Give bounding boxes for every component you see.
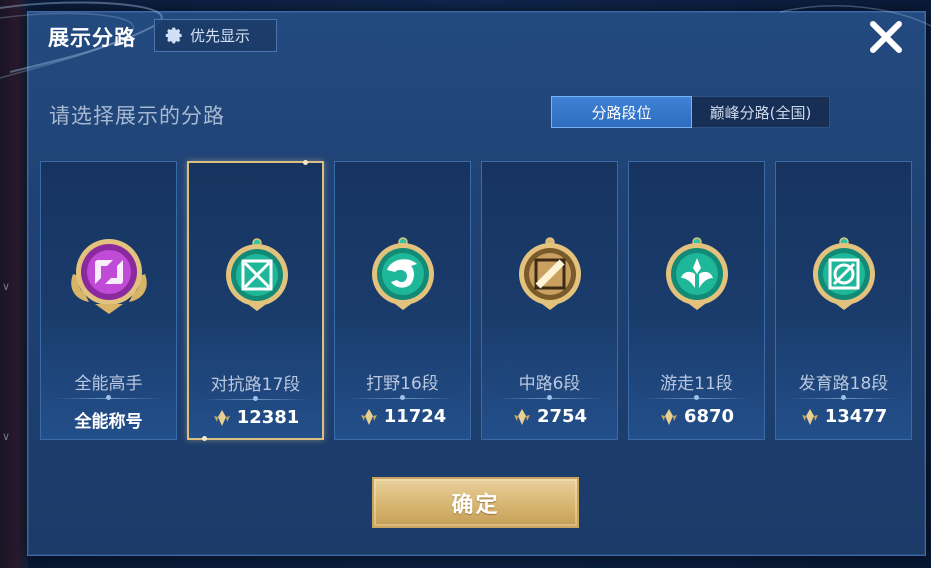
tab-lane-rank[interactable]: 分路段位 <box>551 96 692 128</box>
jungle-emblem-icon <box>372 237 434 310</box>
card-divider-dot <box>399 395 405 400</box>
lane-card-mid[interactable]: 中路6段 2754 <box>481 161 618 440</box>
mid-lane-emblem-icon <box>519 237 581 310</box>
card-divider-dot <box>546 395 552 400</box>
lane-card-name: 全能高手 <box>74 374 143 394</box>
lane-card-roam[interactable]: 游走11段 6870 <box>628 161 765 440</box>
lane-card-points: 6870 <box>683 406 735 427</box>
card-divider-dot <box>105 395 111 400</box>
rank-tabs: 分路段位 巅峰分路(全国) <box>551 96 830 128</box>
instruction-text: 请选择展示的分路 <box>49 104 225 128</box>
lane-card-points: 12381 <box>236 407 300 428</box>
lane-card-name: 游走11段 <box>660 374 733 394</box>
priority-display-button[interactable]: 优先显示 <box>154 19 277 52</box>
gear-icon <box>165 27 182 44</box>
lane-card-name: 发育路18段 <box>798 374 889 394</box>
lane-card-score: 2754 <box>482 406 617 427</box>
dialog-title: 展示分路 <box>48 26 136 50</box>
lane-card-all-round[interactable]: 全能高手 全能称号 <box>40 161 177 440</box>
game-screen: ∨ ∨ 展示分路 优先显示 请选择展示的分路 分路段位 巅峰分路(全国) 全能高… <box>0 0 931 568</box>
all-round-emblem-icon <box>71 239 147 314</box>
rank-points-icon <box>360 408 377 425</box>
priority-display-label: 优先显示 <box>190 27 251 45</box>
lane-card-points: 13477 <box>824 406 888 427</box>
lane-card-score: 13477 <box>776 406 911 427</box>
farm-lane-emblem-icon <box>813 237 875 310</box>
lane-card-name: 打野16段 <box>366 374 439 394</box>
rank-points-icon <box>801 408 818 425</box>
lane-card-score: 6870 <box>629 406 764 427</box>
lane-card-points: 2754 <box>536 406 588 427</box>
lane-card-clash[interactable]: 对抗路17段 12381 <box>187 160 324 441</box>
lane-card-name: 中路6段 <box>518 374 581 394</box>
lane-card-list: 全能高手 全能称号 对抗路17段 12381 打野16段 11724 中路6段 … <box>40 160 912 441</box>
rank-points-icon <box>213 409 230 426</box>
selection-corner-dot <box>202 436 207 441</box>
rank-points-icon <box>660 408 677 425</box>
confirm-button-label: 确定 <box>451 492 500 518</box>
lane-card-score: 12381 <box>189 407 322 428</box>
lane-card-title-value: 全能称号 <box>74 412 143 432</box>
lane-card-jungle[interactable]: 打野16段 11724 <box>334 161 471 440</box>
chevron-icon: ∨ <box>2 430 11 443</box>
clash-lane-emblem-icon <box>226 238 288 311</box>
lane-card-score: 11724 <box>335 406 470 427</box>
chevron-icon: ∨ <box>2 280 11 293</box>
card-divider-dot <box>693 395 699 400</box>
card-divider-dot <box>840 395 846 400</box>
lane-card-farm[interactable]: 发育路18段 13477 <box>775 161 912 440</box>
close-icon[interactable] <box>866 17 906 57</box>
lane-card-points: 11724 <box>383 406 447 427</box>
card-divider-dot <box>252 396 258 401</box>
roam-emblem-icon <box>666 237 728 310</box>
rank-points-icon <box>513 408 530 425</box>
lane-card-name: 对抗路17段 <box>210 375 301 395</box>
confirm-button[interactable]: 确定 <box>372 477 579 528</box>
selection-corner-dot <box>303 160 308 165</box>
background-edge: ∨ ∨ <box>0 0 28 568</box>
tab-peak-lane-national[interactable]: 巅峰分路(全国) <box>692 96 830 128</box>
